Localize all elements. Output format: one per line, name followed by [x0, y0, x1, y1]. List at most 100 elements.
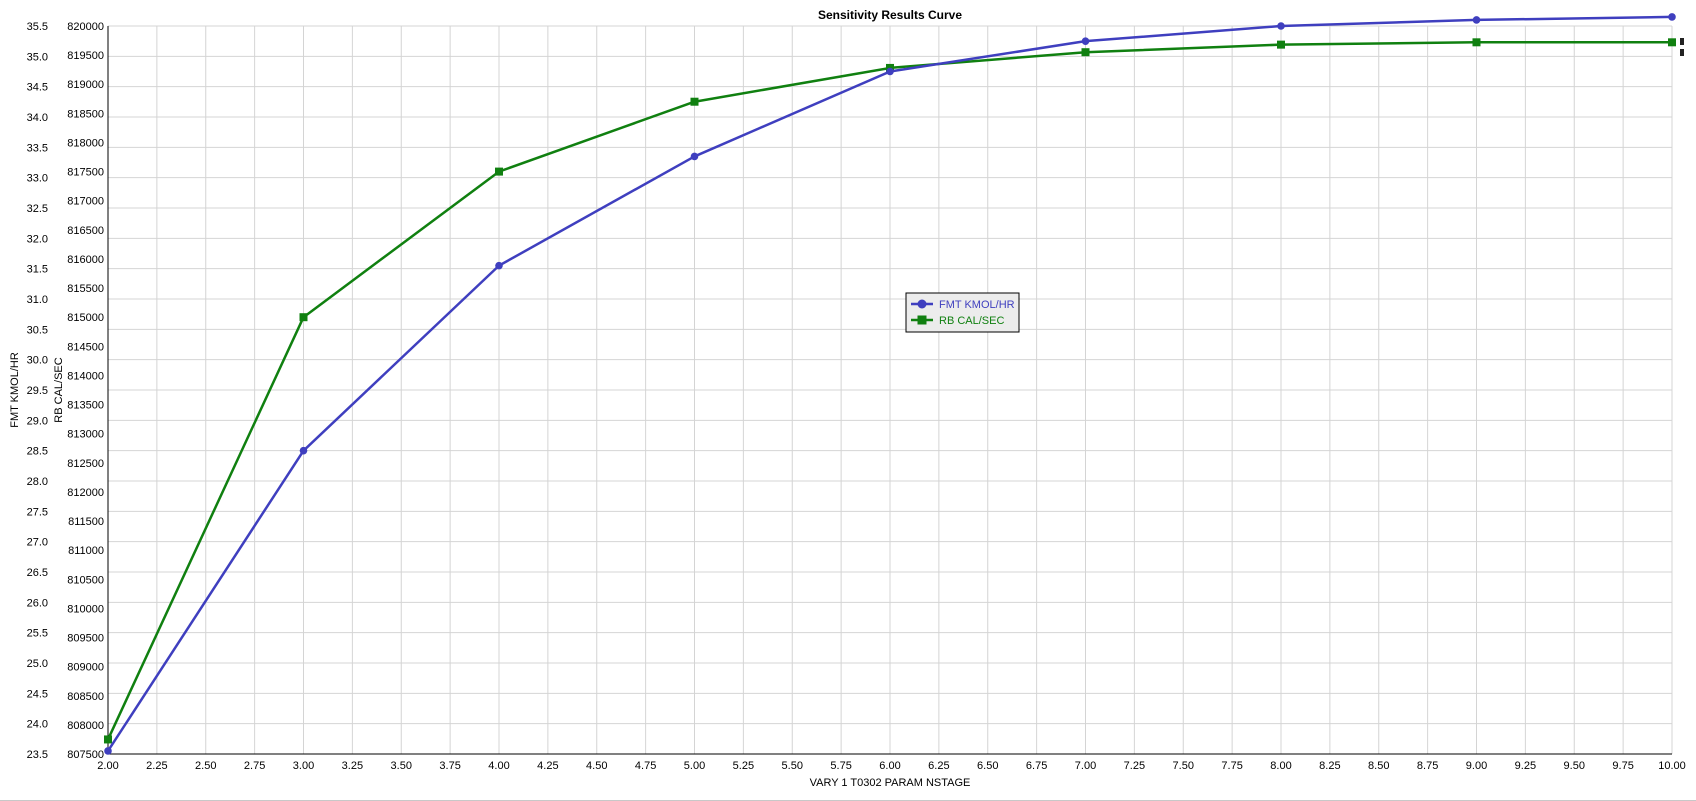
- y2-tick-label: 808500: [67, 691, 104, 703]
- x-tick-labels: 2.00 2.25 2.50 2.75 3.00 3.25 3.50 3.75 4.00 4.25…: [97, 760, 1685, 772]
- x-tick-label: 7.50: [1173, 760, 1194, 772]
- y1-tick-label: 29.0: [27, 415, 48, 427]
- x-tick-label: 4.50: [586, 760, 607, 772]
- x-tick-label: 5.50: [782, 760, 803, 772]
- y1-tick-label: 34.0: [27, 112, 48, 124]
- data-point-fmt: [1472, 16, 1481, 24]
- y2-tick-label: 812000: [67, 487, 104, 499]
- y1-tick-label: 33.0: [27, 173, 48, 185]
- y1-tick-label: 23.5: [27, 749, 48, 761]
- x-tick-label: 8.75: [1417, 760, 1438, 772]
- data-point-rb: [1277, 40, 1285, 49]
- y2-tick-label: 809000: [67, 662, 104, 674]
- y1-tick-label: 27.0: [27, 537, 48, 549]
- data-point-fmt: [104, 747, 112, 755]
- y2-tick-label: 815500: [67, 283, 104, 295]
- x-axis-label: VARY 1 T0302 PARAM NSTAGE: [810, 777, 971, 789]
- chart-title: Sensitivity Results Curve: [818, 8, 962, 22]
- x-tick-label: 10.00: [1658, 760, 1686, 772]
- y2-axis-label: RB CAL/SEC: [53, 357, 65, 422]
- data-point-rb: [1081, 48, 1090, 57]
- y2-tick-label: 813500: [67, 400, 104, 412]
- data-point-rb: [690, 97, 699, 106]
- y1-tick-labels: 35.5 35.0 34.5 34.0 33.5 33.0 32.5 32.0 31.5 31.0…: [27, 21, 48, 761]
- x-tick-label: 5.75: [830, 760, 851, 772]
- y1-tick-label: 24.5: [27, 688, 48, 700]
- x-tick-label: 6.25: [928, 760, 949, 772]
- x-tick-label: 7.00: [1075, 760, 1096, 772]
- x-tick-label: 4.25: [537, 760, 558, 772]
- data-point-fmt: [1081, 37, 1090, 45]
- x-tick-label: 2.50: [195, 760, 216, 772]
- x-tick-label: 7.25: [1124, 760, 1145, 772]
- data-point-fmt: [690, 152, 699, 161]
- sensitivity-chart: 2.00 2.25 2.50 2.75 3.00 3.25 3.50 3.75 4.00 4.25…: [9, 8, 1686, 789]
- y1-tick-label: 33.5: [27, 142, 48, 154]
- y2-tick-label: 811500: [68, 516, 104, 528]
- y1-tick-label: 31.0: [27, 294, 48, 306]
- x-tick-label: 5.25: [733, 760, 754, 772]
- x-tick-label: 4.75: [635, 760, 656, 772]
- legend-label-fmt: FMT KMOL/HR: [939, 299, 1015, 311]
- x-tick-label: 2.00: [97, 760, 118, 772]
- y1-tick-label: 35.0: [27, 51, 48, 63]
- x-tick-label: 3.75: [439, 760, 460, 772]
- data-point-rb: [104, 735, 112, 744]
- y2-tick-label: 814500: [67, 341, 104, 353]
- y1-tick-label: 24.0: [27, 719, 48, 731]
- data-point-rb: [1668, 38, 1676, 47]
- y1-tick-label: 26.5: [27, 567, 48, 579]
- y1-tick-label: 32.0: [27, 233, 48, 245]
- y2-tick-label: 808000: [67, 720, 104, 732]
- x-tick-label: 8.00: [1270, 760, 1291, 772]
- x-tick-label: 9.25: [1515, 760, 1536, 772]
- y2-tick-label: 812500: [67, 458, 104, 470]
- y1-tick-label: 25.0: [27, 658, 48, 670]
- y1-tick-label: 32.5: [27, 203, 48, 215]
- x-tick-label: 6.75: [1026, 760, 1047, 772]
- data-point-fmt: [495, 261, 503, 270]
- grid: [107, 25, 1673, 755]
- x-tick-label: 7.75: [1221, 760, 1242, 772]
- x-tick-label: 2.75: [244, 760, 265, 772]
- y2-tick-label: 819500: [67, 50, 104, 62]
- x-tick-label: 6.50: [977, 760, 998, 772]
- data-point-fmt: [1668, 13, 1676, 21]
- y2-tick-label: 807500: [67, 749, 104, 761]
- legend-marker-fmt: [917, 299, 927, 309]
- y2-tick-label: 819000: [67, 79, 104, 91]
- y2-tick-label: 811000: [68, 545, 104, 557]
- y2-tick-labels: 820000 819500 819000 818500 818000 817500 8170…: [67, 21, 104, 761]
- y1-tick-label: 35.5: [27, 21, 48, 33]
- y2-tick-label: 816500: [67, 225, 104, 237]
- y2-tick-label: 817500: [67, 167, 104, 179]
- x-tick-label: 2.25: [146, 760, 167, 772]
- y2-tick-label: 809500: [67, 633, 104, 645]
- y2-tick-label: 815000: [67, 312, 104, 324]
- x-tick-label: 8.50: [1368, 760, 1389, 772]
- y1-axis-label: FMT KMOL/HR: [9, 352, 21, 428]
- x-tick-label: 3.25: [342, 760, 363, 772]
- y1-tick-label: 28.5: [27, 446, 48, 458]
- y1-tick-label: 29.5: [27, 385, 48, 397]
- y1-tick-label: 34.5: [27, 82, 48, 94]
- data-point-fmt: [1277, 22, 1285, 30]
- legend-label-rb: RB CAL/SEC: [939, 315, 1004, 327]
- y1-tick-label: 27.5: [27, 506, 48, 518]
- x-tick-label: 9.00: [1466, 760, 1487, 772]
- y1-tick-label: 30.0: [27, 355, 48, 367]
- chart-window: 2.00 2.25 2.50 2.75 3.00 3.25 3.50 3.75 4.00 4.25…: [0, 0, 1696, 801]
- y1-tick-label: 26.0: [27, 597, 48, 609]
- data-point-rb: [299, 313, 308, 322]
- window-edge-marker: [1680, 36, 1696, 60]
- data-point-fmt: [299, 446, 308, 455]
- x-tick-label: 3.50: [391, 760, 412, 772]
- y1-tick-label: 28.0: [27, 476, 48, 488]
- y2-tick-label: 818500: [67, 108, 104, 120]
- y2-tick-label: 818000: [67, 137, 104, 149]
- y1-tick-label: 31.5: [27, 264, 48, 276]
- y2-tick-label: 816000: [67, 254, 104, 266]
- data-point-fmt: [886, 67, 894, 76]
- data-point-rb: [495, 167, 503, 176]
- y2-tick-label: 814000: [67, 370, 104, 382]
